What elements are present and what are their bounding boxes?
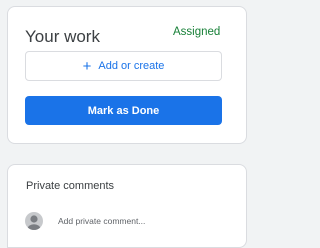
add-or-create-button[interactable]: + Add or create [25, 51, 222, 81]
your-work-card: Your work Assigned + Add or create Mark … [7, 6, 247, 144]
private-comment-input[interactable]: Add private comment... [25, 211, 145, 231]
private-comments-title: Private comments [26, 180, 115, 192]
private-comments-card: Private comments Add private comment... [7, 164, 247, 248]
person-avatar-icon [25, 212, 43, 230]
private-comment-placeholder: Add private comment... [58, 216, 146, 226]
add-or-create-label: Add or create [98, 60, 165, 72]
your-work-title: Your work [25, 27, 100, 46]
mark-as-done-button[interactable]: Mark as Done [25, 96, 222, 125]
assignment-status: Assigned [173, 26, 221, 38]
plus-icon: + [82, 57, 92, 75]
